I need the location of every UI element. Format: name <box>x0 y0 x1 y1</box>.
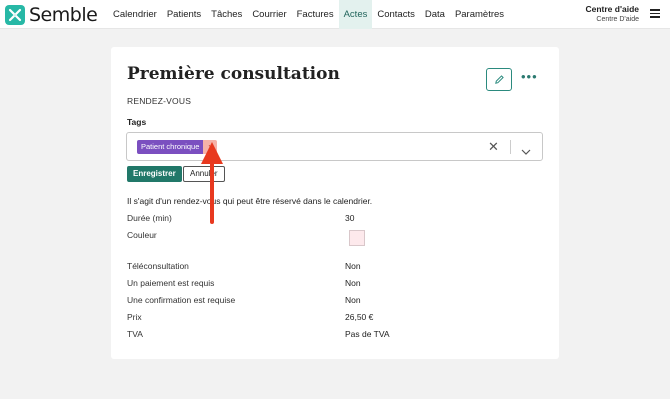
detail-label-vat: TVA <box>127 329 143 339</box>
detail-value-confirmation: Non <box>345 295 361 305</box>
nav-item-contacts[interactable]: Contacts <box>372 0 420 29</box>
detail-label-confirmation: Une confirmation est requise <box>127 295 236 305</box>
help-center-title: Centre d'aide <box>585 4 639 14</box>
semble-logo[interactable]: Semble <box>5 4 98 26</box>
edit-button[interactable] <box>486 68 512 91</box>
detail-label-teleconsultation: Téléconsultation <box>127 261 189 271</box>
red-arrow-icon <box>201 142 223 224</box>
top-navigation-bar: Semble Calendrier Patients Tâches Courri… <box>0 0 670 29</box>
act-detail-card: Première consultation ••• RENDEZ-VOUS Ta… <box>111 47 559 359</box>
pencil-icon <box>495 75 504 84</box>
semble-logo-icon <box>5 5 25 25</box>
nav-item-courrier[interactable]: Courrier <box>247 0 291 29</box>
nav-item-data[interactable]: Data <box>420 0 450 29</box>
detail-label-price: Prix <box>127 312 142 322</box>
tag-chip-label: Patient chronique <box>137 140 204 154</box>
save-button[interactable]: Enregistrer <box>127 166 182 182</box>
nav-item-parametres[interactable]: Paramètres <box>450 0 509 29</box>
color-swatch <box>349 230 365 246</box>
nav-item-calendrier[interactable]: Calendrier <box>108 0 162 29</box>
chevron-down-icon[interactable] <box>521 143 531 161</box>
detail-value-duration: 30 <box>345 213 355 223</box>
more-options-icon[interactable]: ••• <box>521 70 538 83</box>
hamburger-menu-icon[interactable] <box>650 9 660 20</box>
clear-all-icon[interactable]: ✕ <box>488 140 499 153</box>
detail-label-color: Couleur <box>127 230 157 240</box>
tags-select-input[interactable]: Patient chronique x ✕ <box>126 132 543 161</box>
tags-field-label: Tags <box>127 117 147 127</box>
nav-item-patients[interactable]: Patients <box>162 0 206 29</box>
select-separator <box>510 140 511 154</box>
detail-label-payment: Un paiement est requis <box>127 278 215 288</box>
main-nav: Calendrier Patients Tâches Courrier Fact… <box>108 0 509 29</box>
detail-value-vat: Pas de TVA <box>345 329 390 339</box>
nav-item-factures[interactable]: Factures <box>292 0 339 29</box>
detail-value-payment: Non <box>345 278 361 288</box>
detail-value-teleconsultation: Non <box>345 261 361 271</box>
act-type-label: RENDEZ-VOUS <box>127 96 192 106</box>
page-title: Première consultation <box>127 64 340 84</box>
act-description: Il s'agit d'un rendez-vous qui peut être… <box>127 196 373 206</box>
detail-value-price: 26,50 € <box>345 312 374 322</box>
help-center-link[interactable]: Centre d'aide Centre D'aide <box>585 4 639 23</box>
nav-item-actes[interactable]: Actes <box>338 0 373 29</box>
help-center-subtitle: Centre D'aide <box>596 16 639 23</box>
brand-name: Semble <box>29 4 98 26</box>
detail-label-duration: Durée (min) <box>127 213 172 223</box>
nav-item-taches[interactable]: Tâches <box>206 0 247 29</box>
